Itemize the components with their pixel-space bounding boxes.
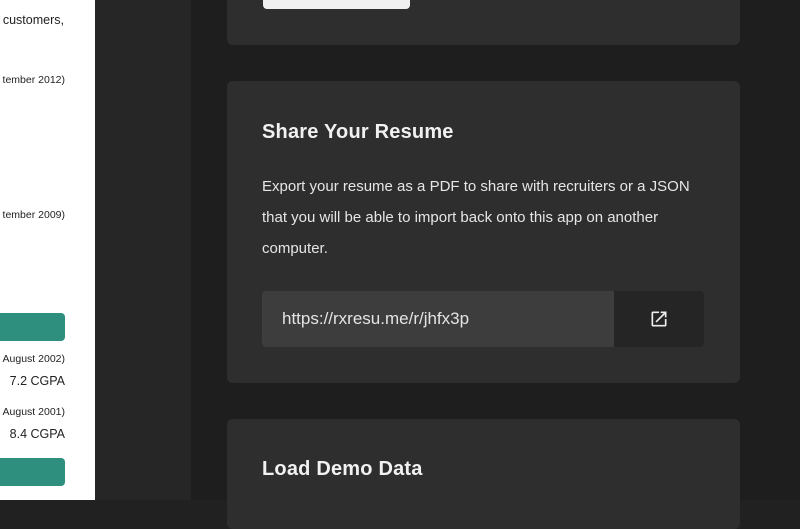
share-card-description: Export your resume as a PDF to share wit…	[262, 178, 690, 257]
share-resume-card: Share Your Resume Export your resume as …	[227, 81, 740, 383]
share-url-group	[262, 291, 704, 347]
preview-section-header	[0, 458, 65, 486]
preview-grade: 8.4 CGPA	[9, 427, 65, 441]
open-link-button[interactable]	[614, 291, 704, 347]
previous-card	[227, 0, 740, 45]
preview-text-line: customers,	[2, 13, 64, 27]
preview-section-header	[0, 313, 65, 341]
preview-date: tember 2012)	[2, 74, 65, 86]
preview-date: tember 2009)	[2, 209, 65, 221]
open-in-new-icon	[651, 311, 667, 327]
load-demo-card: Load Demo Data	[227, 419, 740, 529]
preview-grade: 7.2 CGPA	[9, 374, 65, 388]
share-url-input[interactable]	[262, 291, 614, 347]
demo-card-title: Load Demo Data	[262, 458, 423, 480]
preview-date: August 2001)	[2, 406, 65, 418]
resume-preview: customers, tember 2012) tember 2009) Aug…	[0, 0, 95, 500]
preview-gutter	[95, 0, 191, 500]
previous-card-button[interactable]	[263, 0, 410, 9]
preview-date: August 2002)	[2, 353, 65, 365]
share-card-title: Share Your Resume	[262, 121, 454, 143]
